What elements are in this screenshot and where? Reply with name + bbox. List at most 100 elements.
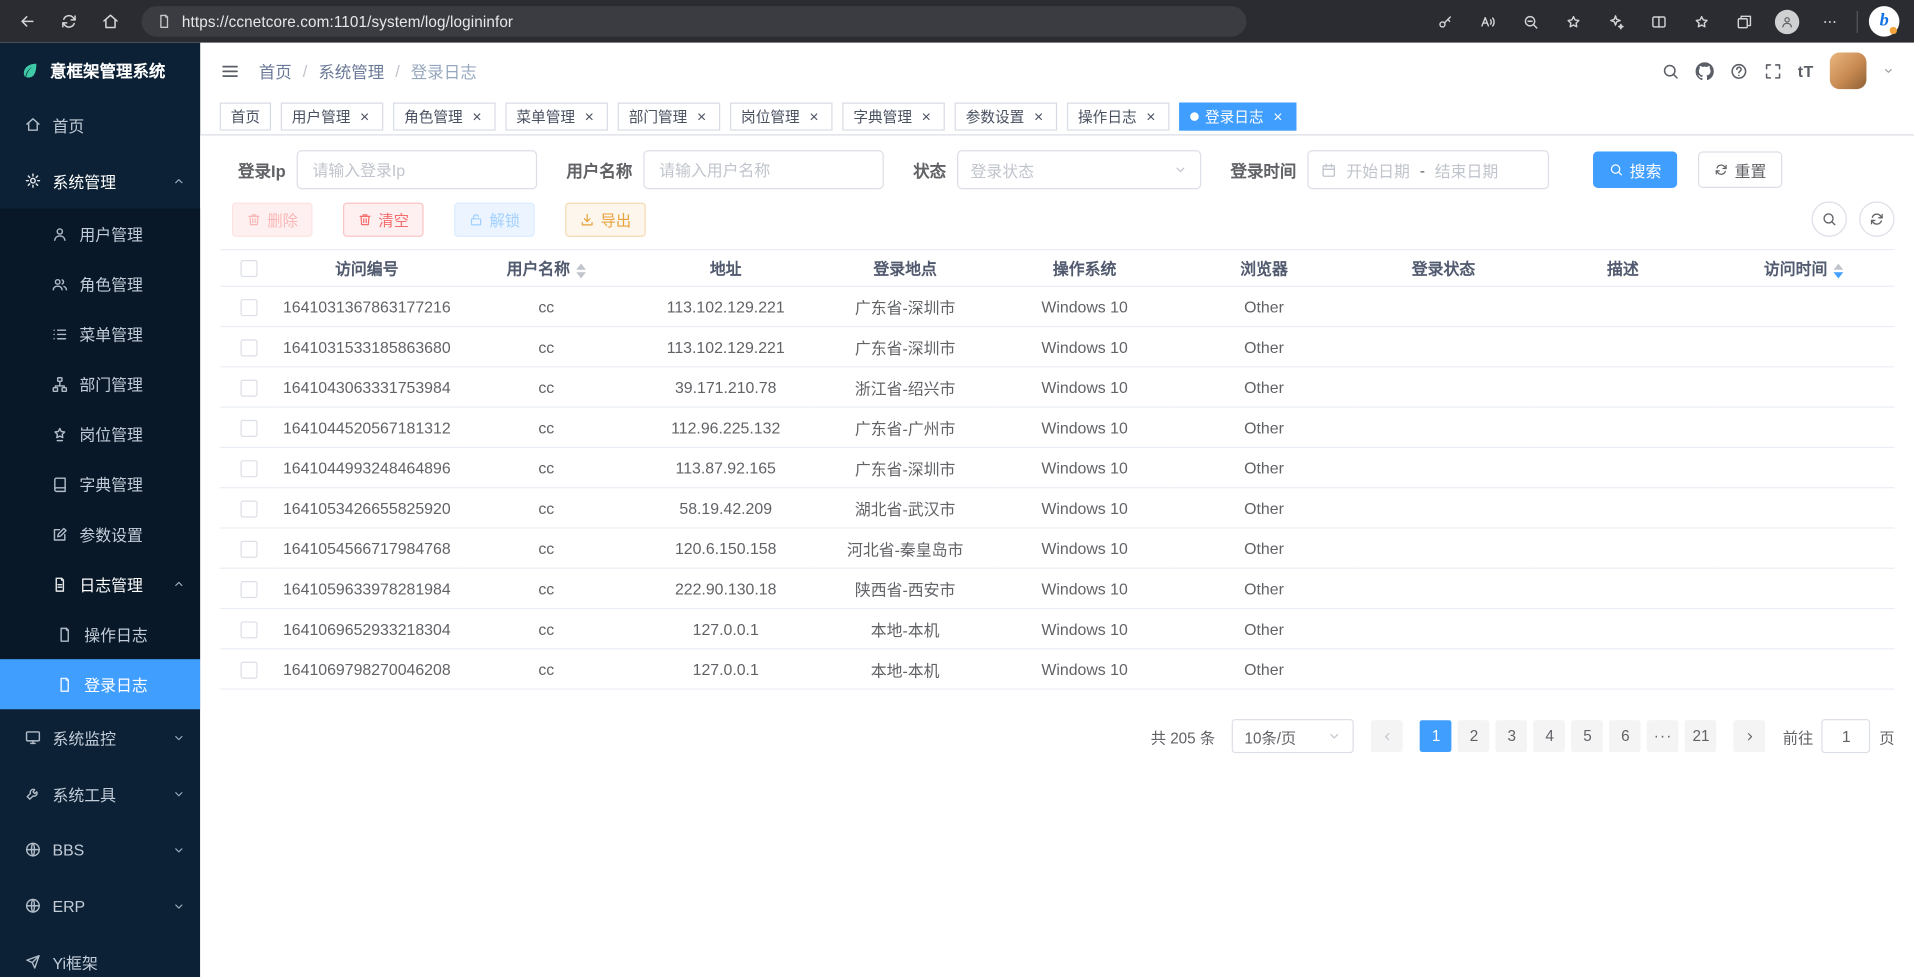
tab-home[interactable]: 首页 — [220, 103, 271, 131]
sidebar-item-post-mgmt[interactable]: 岗位管理 — [0, 409, 200, 459]
help-icon[interactable] — [1729, 62, 1747, 80]
search-button[interactable]: 搜索 — [1593, 151, 1677, 188]
pager-page-1[interactable]: 1 — [1420, 720, 1452, 752]
search-icon[interactable] — [1661, 62, 1679, 80]
address-bar[interactable]: https://ccnetcore.com:1101/system/log/lo… — [142, 6, 1247, 37]
tab-post-mgmt[interactable]: 岗位管理× — [730, 103, 833, 131]
split-screen-icon[interactable] — [1643, 5, 1675, 37]
github-icon[interactable] — [1695, 62, 1713, 80]
row-checkbox[interactable] — [240, 661, 257, 678]
tab-login-log[interactable]: 登录日志× — [1179, 103, 1296, 131]
toggle-search-icon[interactable] — [1812, 201, 1847, 236]
row-checkbox[interactable] — [240, 621, 257, 638]
pager-page-21[interactable]: 21 — [1685, 720, 1717, 752]
close-icon[interactable]: × — [356, 109, 372, 125]
sidebar-item-system-tools[interactable]: 系统工具 — [0, 765, 200, 821]
login-ip-input[interactable] — [297, 150, 537, 189]
row-checkbox[interactable] — [240, 339, 257, 356]
sort-carets-icon[interactable] — [576, 263, 586, 278]
collections-icon[interactable] — [1729, 5, 1761, 37]
zoom-icon[interactable] — [1515, 5, 1547, 37]
favorites-icon[interactable] — [1558, 5, 1590, 37]
page-size-select[interactable]: 10条/页 — [1232, 719, 1354, 753]
tab-user-mgmt[interactable]: 用户管理× — [281, 103, 384, 131]
refresh-table-icon[interactable] — [1859, 201, 1894, 236]
sidebar-item-param-settings[interactable]: 参数设置 — [0, 509, 200, 559]
row-checkbox[interactable] — [240, 541, 257, 558]
row-checkbox[interactable] — [240, 581, 257, 598]
breadcrumb-item[interactable]: 系统管理 — [318, 59, 384, 83]
column-header-visit-time[interactable]: 访问时间 — [1713, 250, 1895, 287]
select-all-checkbox[interactable] — [240, 260, 257, 277]
settings-menu-icon[interactable] — [1814, 5, 1846, 37]
reset-button[interactable]: 重置 — [1698, 151, 1782, 188]
app-logo[interactable]: 意框架管理系统 — [0, 43, 200, 97]
sidebar-item-role-mgmt[interactable]: 角色管理 — [0, 259, 200, 309]
status-select[interactable]: 登录状态 — [957, 150, 1201, 189]
fullscreen-icon[interactable] — [1764, 62, 1782, 80]
pager-page-4[interactable]: 4 — [1534, 720, 1566, 752]
unlock-button[interactable]: 解锁 — [454, 202, 535, 236]
close-icon[interactable]: × — [1030, 109, 1046, 125]
sidebar-item-home[interactable]: 首页 — [0, 96, 200, 152]
row-checkbox[interactable] — [240, 420, 257, 437]
prev-page-button[interactable] — [1371, 720, 1403, 752]
sidebar-toggle-icon[interactable] — [220, 60, 241, 81]
tab-operation-log[interactable]: 操作日志× — [1067, 103, 1170, 131]
tab-role-mgmt[interactable]: 角色管理× — [393, 103, 496, 131]
font-size-icon[interactable]: tT — [1798, 62, 1814, 80]
sidebar-item-login-log[interactable]: 登录日志 — [0, 659, 200, 709]
sidebar-item-system-mgmt[interactable]: 系统管理 — [0, 153, 200, 209]
avatar-chevron-down-icon[interactable] — [1882, 65, 1894, 77]
row-checkbox[interactable] — [240, 299, 257, 316]
row-checkbox[interactable] — [240, 460, 257, 477]
close-icon[interactable]: × — [1143, 109, 1159, 125]
copilot-icon[interactable]: b — [1869, 6, 1900, 37]
next-page-button[interactable] — [1734, 720, 1766, 752]
pager-page-2[interactable]: 2 — [1458, 720, 1490, 752]
sidebar-item-user-mgmt[interactable]: 用户管理 — [0, 209, 200, 259]
sort-carets-icon[interactable] — [1833, 263, 1843, 278]
column-header-user-name[interactable]: 用户名称 — [457, 250, 636, 287]
close-icon[interactable]: × — [693, 109, 709, 125]
sidebar-item-system-monitor[interactable]: 系统监控 — [0, 709, 200, 765]
delete-button[interactable]: 删除 — [232, 202, 313, 236]
password-key-icon[interactable] — [1429, 5, 1461, 37]
pager-page-6[interactable]: 6 — [1609, 720, 1641, 752]
close-icon[interactable]: × — [806, 109, 822, 125]
close-icon[interactable]: × — [918, 109, 934, 125]
browser-home-icon[interactable] — [93, 4, 127, 38]
close-icon[interactable]: × — [1270, 109, 1286, 125]
sidebar-item-erp[interactable]: ERP — [0, 878, 200, 934]
back-icon[interactable] — [10, 4, 44, 38]
close-icon[interactable]: × — [469, 109, 485, 125]
export-button[interactable]: 导出 — [565, 202, 646, 236]
user-avatar[interactable] — [1830, 52, 1867, 89]
sidebar-item-bbs[interactable]: BBS — [0, 822, 200, 878]
page-info-icon[interactable] — [156, 13, 172, 29]
row-checkbox[interactable] — [240, 379, 257, 396]
breadcrumb-item[interactable]: 首页 — [259, 59, 292, 83]
sidebar-item-dept-mgmt[interactable]: 部门管理 — [0, 359, 200, 409]
row-checkbox[interactable] — [240, 500, 257, 517]
sidebar-item-operation-log[interactable]: 操作日志 — [0, 609, 200, 659]
close-icon[interactable]: × — [581, 109, 597, 125]
reload-icon[interactable] — [51, 4, 85, 38]
sidebar-item-yi-framework[interactable]: Yi框架 — [0, 934, 200, 977]
pager-page-3[interactable]: 3 — [1496, 720, 1528, 752]
pager-more[interactable]: ··· — [1647, 720, 1679, 752]
tab-param-settings[interactable]: 参数设置× — [955, 103, 1058, 131]
browser-profile-icon[interactable] — [1771, 5, 1803, 37]
clear-button[interactable]: 清空 — [343, 202, 424, 236]
tab-menu-mgmt[interactable]: 菜单管理× — [505, 103, 608, 131]
sidebar-item-log-mgmt[interactable]: 日志管理 — [0, 559, 200, 609]
goto-page-input[interactable] — [1822, 719, 1871, 753]
sidebar-item-menu-mgmt[interactable]: 菜单管理 — [0, 309, 200, 359]
sidebar-item-dict-mgmt[interactable]: 字典管理 — [0, 459, 200, 509]
read-aloud-icon[interactable] — [1472, 5, 1504, 37]
tab-dict-mgmt[interactable]: 字典管理× — [842, 103, 945, 131]
pager-page-5[interactable]: 5 — [1572, 720, 1604, 752]
login-time-range-picker[interactable]: 开始日期 - 结束日期 — [1307, 150, 1549, 189]
browser-essentials-icon[interactable] — [1600, 5, 1632, 37]
user-name-input[interactable] — [643, 150, 883, 189]
